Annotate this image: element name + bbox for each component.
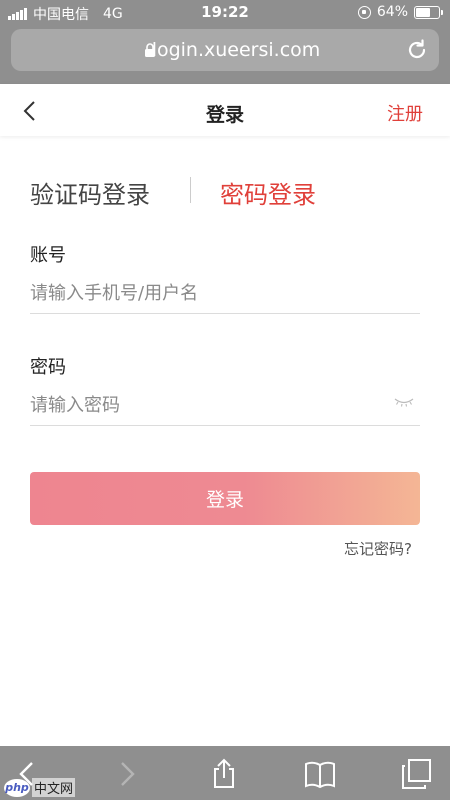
password-input[interactable] <box>30 386 420 426</box>
share-icon[interactable] <box>208 758 240 790</box>
tab-sms-code-login[interactable]: 验证码登录 <box>30 175 150 210</box>
battery-percent: 64% <box>376 4 408 20</box>
browser-address-area: login.xueersi.com <box>0 24 450 84</box>
tabs-icon[interactable] <box>400 758 432 790</box>
watermark-logo: php <box>4 778 30 797</box>
status-right: 64% <box>357 4 443 20</box>
php-watermark: php 中文网 <box>4 778 76 797</box>
tab-divider <box>190 177 191 203</box>
account-input[interactable] <box>30 274 420 314</box>
register-link[interactable]: 注册 <box>387 100 423 126</box>
url-text: login.xueersi.com <box>151 39 321 61</box>
page-header: 登录 注册 <box>0 84 450 136</box>
tab-password-login[interactable]: 密码登录 <box>220 175 316 210</box>
browser-forward-icon[interactable] <box>110 758 142 790</box>
battery-icon <box>414 5 443 19</box>
password-label: 密码 <box>30 357 66 378</box>
login-button[interactable]: 登录 <box>30 472 420 525</box>
address-bar[interactable]: login.xueersi.com <box>11 29 439 71</box>
status-bar: 中国电信 4G 19:22 64% <box>0 0 450 24</box>
eye-closed-icon[interactable] <box>394 396 414 408</box>
watermark-text: 中文网 <box>32 778 76 797</box>
bookmarks-icon[interactable] <box>304 758 336 790</box>
rotation-lock-icon <box>357 5 371 19</box>
forgot-password-link[interactable]: 忘记密码? <box>344 538 412 559</box>
reload-icon[interactable] <box>405 38 429 62</box>
page-title: 登录 <box>205 104 244 126</box>
account-label: 账号 <box>30 245 66 266</box>
